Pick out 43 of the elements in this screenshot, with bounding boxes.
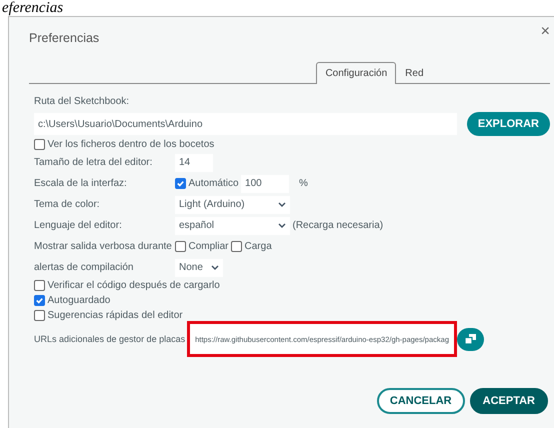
setting-label: Lenguaje del editor: — [34, 219, 123, 234]
checkbox[interactable] — [175, 178, 186, 190]
checkbox-label: Autoguardado — [48, 294, 110, 308]
browse-button[interactable]: EXPLORAR — [466, 112, 550, 136]
dialog-title: Preferencias — [29, 30, 100, 47]
checkbox[interactable] — [231, 241, 242, 252]
number-field[interactable]: 100 — [241, 174, 290, 193]
checkbox[interactable] — [175, 241, 186, 252]
tab[interactable]: Red — [396, 62, 433, 84]
chevron-down-icon — [278, 222, 286, 229]
checkbox[interactable] — [34, 295, 45, 306]
windows-icon — [464, 333, 477, 346]
path-field[interactable]: c:\Users\Usuario\Documents\Arduino — [34, 113, 457, 135]
checkbox-label: Compliar — [188, 240, 229, 254]
text-field[interactable]: 14 — [175, 154, 213, 172]
checkbox[interactable] — [34, 280, 45, 292]
dropdown[interactable]: Light (Arduino) — [175, 196, 290, 214]
close-button[interactable]: × — [540, 24, 550, 40]
checkbox-label: Automático — [188, 177, 239, 192]
chevron-down-icon — [211, 264, 219, 271]
setting-label: Mostrar salida verbosa durante — [34, 240, 173, 254]
dropdown[interactable]: español — [175, 216, 290, 235]
setting-label: Tamaño de letra del editor: — [34, 156, 154, 170]
unit-label: % — [299, 177, 308, 192]
chevron-down-icon — [278, 202, 286, 208]
checkbox-label: Ver los ficheros dentro de los bocetos — [48, 138, 214, 152]
checkbox-label: Sugerencias rápidas del editor — [48, 309, 183, 324]
tab[interactable]: Configuración — [316, 62, 396, 84]
accept-button[interactable]: ACEPTAR — [470, 388, 548, 414]
checkbox-label: Verificar el código después de cargarlo — [48, 279, 220, 294]
checkbox-label: Carga — [244, 240, 272, 254]
note-text: (Recarga necesaria) — [292, 219, 384, 234]
open-window-button[interactable] — [457, 328, 484, 350]
cancel-button[interactable]: CANCELAR — [376, 388, 465, 414]
checkbox[interactable] — [34, 310, 45, 322]
dropdown[interactable]: None — [175, 258, 223, 277]
setting-label: Escala de la interfaz: — [34, 177, 128, 192]
setting-label: URLs adicionales de gestor de placas — [34, 332, 186, 346]
heading-fragment: eferencias — [2, 0, 64, 16]
checkbox[interactable] — [34, 138, 45, 150]
setting-label: Tema de color: — [34, 198, 101, 212]
setting-label: alertas de compilación — [34, 261, 134, 276]
field-label: Ruta del Sketchbook: — [34, 94, 130, 109]
